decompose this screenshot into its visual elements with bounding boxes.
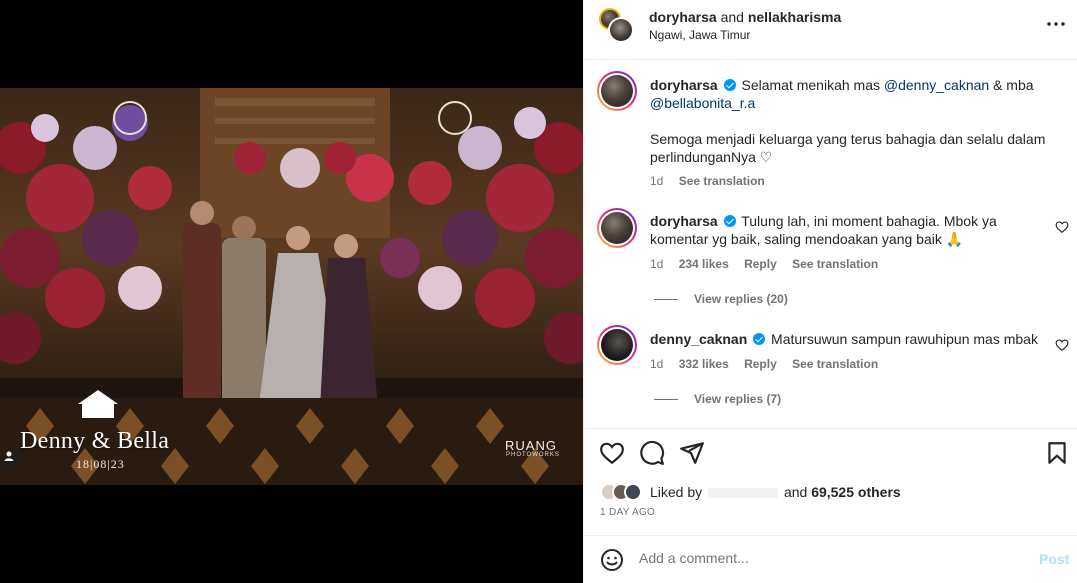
caption-username[interactable]: doryharsa (650, 77, 718, 93)
replies-line (654, 398, 678, 400)
liked-by-user[interactable] (708, 488, 779, 498)
photo-scene (0, 88, 583, 485)
brand-watermark-sub: PHOTOWORKS (506, 452, 560, 458)
flowers-left (0, 105, 172, 364)
comment-username[interactable]: denny_caknan (650, 331, 747, 347)
comment-meta: 1d 332 likes Reply See translation (650, 357, 890, 371)
verified-icon (723, 215, 736, 227)
mention-link[interactable]: @bellabonita_r.a (650, 95, 755, 111)
comment-icon[interactable] (639, 440, 665, 466)
caption-age[interactable]: 1d (650, 174, 663, 188)
replies-line (654, 298, 678, 300)
add-comment-bar: Post (584, 535, 1077, 583)
caption-text: doryharsa Selamat menikah mas @denny_cak… (650, 76, 1050, 166)
verified-icon (753, 333, 766, 345)
comment-likes[interactable]: 234 likes (679, 257, 729, 271)
caption-text-c: Semoga menjadi keluarga yang terus bahag… (650, 131, 1046, 165)
reply-button[interactable]: Reply (744, 257, 777, 271)
share-icon[interactable] (679, 440, 705, 466)
comment-text: doryharsa Tulung lah, ini moment bahagia… (650, 212, 1040, 248)
post-media[interactable]: Denny & Bella 18|08|23 RUANG PHOTOWORKS (0, 0, 583, 583)
see-translation-link[interactable]: See translation (679, 174, 765, 188)
comment-like-icon[interactable] (1055, 338, 1069, 352)
author-avatar-2[interactable] (608, 17, 634, 43)
comment-avatar[interactable] (597, 208, 637, 248)
likes-count-link[interactable]: 69,525 others (811, 484, 901, 500)
liked-by-label: Liked by (650, 484, 703, 500)
verified-icon (723, 79, 736, 91)
emoji-icon[interactable] (600, 548, 624, 572)
comment-meta: 1d 234 likes Reply See translation (650, 257, 890, 271)
brand-watermark: RUANG (505, 438, 557, 453)
comment-like-icon[interactable] (1055, 220, 1069, 234)
post-button[interactable]: Post (1039, 551, 1069, 567)
user-tag-icon[interactable] (3, 450, 23, 470)
reply-button[interactable]: Reply (744, 357, 777, 371)
post-authors: doryharsa and nellakharisma (649, 9, 841, 25)
view-replies-label: View replies (7) (694, 392, 782, 406)
post-location[interactable]: Ngawi, Jawa Timur (649, 28, 750, 42)
comment-text: denny_caknan Matursuwun sampun rawuhipun… (650, 330, 1040, 348)
comment-input[interactable] (639, 550, 1019, 566)
comment-age[interactable]: 1d (650, 257, 663, 271)
comment-username[interactable]: doryharsa (650, 213, 718, 229)
post-header: doryharsa and nellakharisma Ngawi, Jawa … (584, 0, 1077, 60)
comment-age[interactable]: 1d (650, 357, 663, 371)
liker-avatar[interactable] (624, 483, 642, 501)
liked-by-and: and (783, 484, 808, 500)
author-username-1[interactable]: doryharsa (649, 9, 717, 25)
author-join: and (720, 9, 744, 25)
caption-text-b: & mba (989, 77, 1034, 93)
wedding-photo[interactable]: Denny & Bella 18|08|23 RUANG PHOTOWORKS (0, 88, 583, 485)
post-panel: doryharsa and nellakharisma Ngawi, Jawa … (583, 0, 1077, 583)
likes-summary: Liked by and 69,525 others (600, 482, 901, 502)
heart-icon[interactable] (599, 440, 625, 466)
more-icon[interactable] (1044, 16, 1068, 32)
author-username-2[interactable]: nellakharisma (748, 9, 841, 25)
post-timestamp[interactable]: 1 DAY AGO (600, 507, 655, 518)
bookmark-icon[interactable] (1044, 440, 1070, 466)
mention-link[interactable]: @denny_caknan (884, 77, 989, 93)
view-replies-button[interactable]: View replies (7) (654, 392, 781, 406)
see-translation-link[interactable]: See translation (792, 257, 878, 271)
comment-body: Matursuwun sampun rawuhipun mas mbak (771, 331, 1038, 347)
view-replies-button[interactable]: View replies (20) (654, 292, 788, 306)
caption-text-a: Selamat menikah mas (741, 77, 884, 93)
comment-likes[interactable]: 332 likes (679, 357, 729, 371)
watermark-date: 18|08|23 (76, 457, 125, 471)
caption-meta: 1d See translation (650, 174, 777, 188)
watermark-title: Denny & Bella (20, 428, 170, 454)
caption-avatar[interactable] (597, 71, 637, 111)
comment-avatar[interactable] (597, 325, 637, 365)
action-bar (584, 428, 1077, 472)
view-replies-label: View replies (20) (694, 292, 788, 306)
see-translation-link[interactable]: See translation (792, 357, 878, 371)
